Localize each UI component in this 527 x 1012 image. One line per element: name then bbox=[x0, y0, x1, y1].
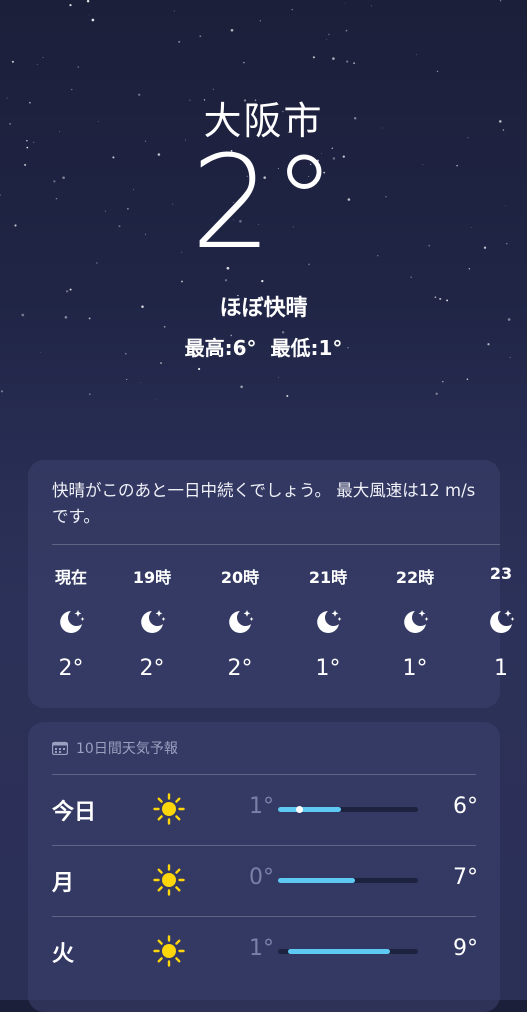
moon-stars-icon bbox=[385, 602, 445, 642]
high-temp: 最高:6° bbox=[184, 336, 257, 360]
sun-icon bbox=[152, 792, 186, 830]
current-temperature: 2° bbox=[190, 129, 337, 278]
hour-label: 22時 bbox=[395, 568, 435, 587]
hourly-item: 19時 2° bbox=[122, 564, 182, 681]
daily-forecast-row[interactable]: 月 0° 7° bbox=[28, 845, 500, 915]
sun-icon bbox=[152, 863, 186, 901]
low-temp: 1° bbox=[249, 794, 274, 819]
calendar-icon bbox=[52, 741, 68, 755]
hour-label: 20時 bbox=[220, 568, 260, 587]
day-label: 今日 bbox=[52, 800, 97, 825]
daily-forecast-row[interactable]: 火 1° 9° bbox=[28, 916, 500, 986]
temperature-range-fill bbox=[278, 807, 341, 812]
temperature-range-bar bbox=[278, 806, 418, 813]
hour-temp: 1 bbox=[494, 656, 508, 681]
temperature-range-fill bbox=[278, 878, 355, 883]
moon-stars-icon bbox=[210, 602, 270, 642]
daily-forecast-row[interactable]: 今日 1° 6° bbox=[28, 774, 500, 844]
ten-day-forecast-title: 10日間天気予報 bbox=[76, 741, 178, 757]
hour-label: 現在 bbox=[54, 568, 87, 587]
hour-label: 21時 bbox=[308, 568, 348, 587]
high-low-temps: 最高:6° 最低:1° bbox=[0, 332, 527, 361]
ten-day-forecast-card[interactable]: 10日間天気予報 今日 1° 6° 月 0° 7° 火 1° 9° bbox=[28, 722, 500, 1012]
day-label: 月 bbox=[52, 871, 75, 896]
hour-temp: 2° bbox=[139, 656, 165, 681]
hour-temp: 1° bbox=[315, 656, 341, 681]
divider bbox=[52, 544, 500, 545]
hourly-item: 20時 2° bbox=[210, 564, 270, 681]
temperature-range-fill bbox=[287, 949, 390, 954]
weather-condition: ほぼ快晴 bbox=[219, 296, 308, 321]
moon-stars-icon bbox=[41, 602, 101, 642]
forecast-summary: 快晴がこのあと一日中続くでしょう。 最大風速は12 m/s です。 bbox=[52, 481, 476, 526]
day-label: 火 bbox=[52, 942, 75, 967]
high-temp: 7° bbox=[453, 865, 478, 890]
low-temp: 1° bbox=[249, 936, 274, 961]
low-temp: 0° bbox=[249, 865, 274, 890]
hourly-item: 現在 2° bbox=[41, 564, 101, 681]
moon-stars-icon bbox=[298, 602, 358, 642]
moon-stars-icon bbox=[471, 602, 527, 642]
high-temp: 9° bbox=[453, 936, 478, 961]
hourly-item: 23 1 bbox=[471, 564, 527, 681]
temperature-range-bar bbox=[278, 949, 418, 954]
ten-day-forecast-header: 10日間天気予報 bbox=[52, 738, 178, 758]
hourly-forecast-card[interactable]: 快晴がこのあと一日中続くでしょう。 最大風速は12 m/s です。 現在 2° 1… bbox=[28, 460, 515, 708]
hour-label: 19時 bbox=[132, 568, 172, 587]
hour-temp: 2° bbox=[227, 656, 253, 681]
moon-stars-icon bbox=[122, 602, 182, 642]
hourly-item: 21時 1° bbox=[298, 564, 358, 681]
current-temp-marker bbox=[296, 806, 303, 813]
hour-temp: 1° bbox=[402, 656, 428, 681]
temperature-range-bar bbox=[278, 878, 418, 883]
hour-temp: 2° bbox=[58, 656, 84, 681]
low-temp: 最低:1° bbox=[270, 336, 343, 360]
hour-label: 23 bbox=[489, 564, 513, 583]
sun-icon bbox=[152, 934, 186, 972]
hourly-item: 22時 1° bbox=[385, 564, 445, 681]
high-temp: 6° bbox=[453, 794, 478, 819]
